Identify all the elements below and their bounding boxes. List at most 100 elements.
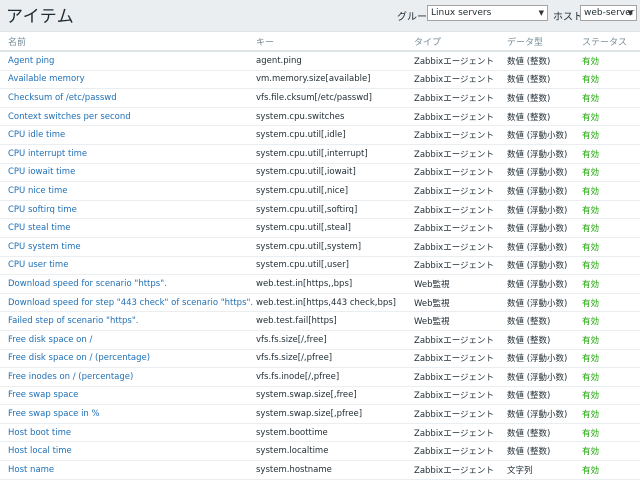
item-name-link[interactable]: CPU nice time (0, 181, 256, 201)
table-row: Context switches per second system.cpu.sw… (0, 107, 640, 127)
table-row: Free swap space system.swap.size[,free] Za… (0, 386, 640, 406)
item-data-type: 数値 (整数) (507, 88, 580, 108)
column-header-type[interactable]: タイプ (414, 32, 507, 52)
table-row: CPU idle time system.cpu.util[,idle] Zabbi… (0, 125, 640, 145)
table-row: CPU softirq time system.cpu.util[,softirq… (0, 200, 640, 220)
item-type: Zabbixエージェント (414, 218, 507, 238)
item-data-type: 数値 (整数) (507, 311, 580, 331)
table-row: Free inodes on / (percentage) vfs.fs.inod… (0, 367, 640, 387)
item-key: system.cpu.util[,nice] (256, 181, 414, 201)
item-type: Zabbixエージェント (414, 163, 507, 183)
item-status-link[interactable]: 有効 (580, 144, 640, 164)
item-status-link[interactable]: 有効 (580, 88, 640, 108)
item-status-link[interactable]: 有効 (580, 404, 640, 424)
item-name-link[interactable]: Host name (0, 460, 256, 480)
table-row: Failed step of scenario "https". web.test… (0, 311, 640, 331)
item-status-link[interactable]: 有効 (580, 293, 640, 313)
item-type: Zabbixエージェント (414, 70, 507, 90)
item-name-link[interactable]: Download speed for scenario "https". (0, 274, 256, 294)
item-name-link[interactable]: CPU system time (0, 237, 256, 257)
item-status-link[interactable]: 有効 (580, 107, 640, 127)
group-select[interactable]: Linux servers ▼ (427, 5, 548, 21)
item-status-link[interactable]: 有効 (580, 256, 640, 276)
group-select-value: Linux servers (431, 8, 492, 18)
item-status-link[interactable]: 有効 (580, 441, 640, 462)
item-name-link[interactable]: CPU interrupt time (0, 144, 256, 164)
item-status-link[interactable]: 有効 (580, 200, 640, 220)
chevron-down-icon: ▼ (627, 9, 633, 17)
item-data-type: 数値 (浮動小数) (507, 163, 580, 183)
items-table-body: Agent ping agent.ping Zabbixエージェント 数値 (整数) 有… (0, 51, 640, 480)
item-type: Zabbixエージェント (414, 460, 507, 480)
item-status-link[interactable]: 有効 (580, 274, 640, 294)
item-key: vfs.fs.size[/,pfree] (256, 349, 414, 369)
item-data-type: 数値 (整数) (507, 107, 580, 127)
item-status-link[interactable]: 有効 (580, 367, 640, 387)
item-status-link[interactable]: 有効 (580, 349, 640, 369)
column-header-status[interactable]: ステータス (580, 32, 640, 52)
item-status-link[interactable]: 有効 (580, 330, 640, 350)
item-name-link[interactable]: Free disk space on / (0, 330, 256, 350)
table-row: Host name system.hostname Zabbixエージェント 文字列有… (0, 460, 640, 480)
item-type: Zabbixエージェント (414, 181, 507, 201)
item-name-link[interactable]: Free inodes on / (percentage) (0, 367, 256, 387)
item-name-link[interactable]: Download speed for step "443 check" of s… (0, 293, 256, 313)
item-name-link[interactable]: Agent ping (0, 51, 256, 71)
column-header-data-type[interactable]: データ型 (507, 32, 580, 52)
host-filter-label: ホスト (553, 12, 583, 23)
host-select[interactable]: web-server ▼ (580, 5, 637, 21)
column-header-key[interactable]: キー (256, 32, 414, 52)
table-row: CPU system time system.cpu.util[,system] Z… (0, 237, 640, 257)
item-type: Web監視 (414, 311, 507, 331)
item-type: Zabbixエージェント (414, 349, 507, 369)
item-data-type: 数値 (浮動小数) (507, 404, 580, 424)
item-status-link[interactable]: 有効 (580, 181, 640, 201)
item-name-link[interactable]: Available memory (0, 70, 256, 90)
item-name-link[interactable]: Host boot time (0, 423, 256, 443)
item-name-link[interactable]: Failed step of scenario "https". (0, 311, 256, 331)
item-key: system.cpu.switches (256, 107, 414, 127)
item-name-link[interactable]: CPU user time (0, 256, 256, 276)
item-name-link[interactable]: Free swap space in % (0, 404, 256, 424)
item-type: Zabbixエージェント (414, 51, 507, 71)
item-name-link[interactable]: CPU softirq time (0, 200, 256, 220)
item-name-link[interactable]: Free swap space (0, 386, 256, 406)
table-row: Free disk space on / vfs.fs.size[/,free] Z… (0, 330, 640, 350)
table-row: Checksum of /etc/passwd vfs.file.cksum[/e… (0, 88, 640, 108)
item-name-link[interactable]: Context switches per second (0, 107, 256, 127)
item-status-link[interactable]: 有効 (580, 218, 640, 238)
item-status-link[interactable]: 有効 (580, 460, 640, 480)
table-row: Download speed for step "443 check" of s… (0, 293, 640, 313)
item-status-link[interactable]: 有効 (580, 311, 640, 331)
item-status-link[interactable]: 有効 (580, 237, 640, 257)
item-data-type: 数値 (整数) (507, 51, 580, 71)
item-data-type: 数値 (浮動小数) (507, 256, 580, 276)
item-type: Zabbixエージェント (414, 404, 507, 424)
item-key: vfs.fs.size[/,free] (256, 330, 414, 350)
item-name-link[interactable]: CPU steal time (0, 218, 256, 238)
item-type: Web監視 (414, 274, 507, 294)
item-name-link[interactable]: CPU iowait time (0, 163, 256, 183)
item-data-type: 数値 (浮動小数) (507, 200, 580, 220)
item-status-link[interactable]: 有効 (580, 51, 640, 71)
item-key: vm.memory.size[available] (256, 70, 414, 90)
column-header-name[interactable]: 名前 (0, 32, 256, 52)
item-name-link[interactable]: CPU idle time (0, 125, 256, 145)
item-type: Zabbixエージェント (414, 144, 507, 164)
table-row: Available memory vm.memory.size[available… (0, 70, 640, 90)
item-key: web.test.in[https,,bps] (256, 274, 414, 294)
item-status-link[interactable]: 有効 (580, 70, 640, 90)
item-key: system.boottime (256, 423, 414, 443)
items-table: 名前 キー タイプ データ型 ステータス Agent ping agent.pin… (0, 32, 640, 480)
item-status-link[interactable]: 有効 (580, 163, 640, 183)
item-type: Zabbixエージェント (414, 330, 507, 350)
item-name-link[interactable]: Host local time (0, 441, 256, 462)
item-status-link[interactable]: 有効 (580, 125, 640, 145)
item-name-link[interactable]: Free disk space on / (percentage) (0, 349, 256, 369)
item-status-link[interactable]: 有効 (580, 386, 640, 406)
page-header: アイテム グループ Linux servers ▼ ホスト web-server… (0, 0, 640, 31)
item-status-link[interactable]: 有効 (580, 423, 640, 443)
item-name-link[interactable]: Checksum of /etc/passwd (0, 88, 256, 108)
table-row: CPU user time system.cpu.util[,user] Zabbi… (0, 256, 640, 276)
item-data-type: 数値 (浮動小数) (507, 144, 580, 164)
